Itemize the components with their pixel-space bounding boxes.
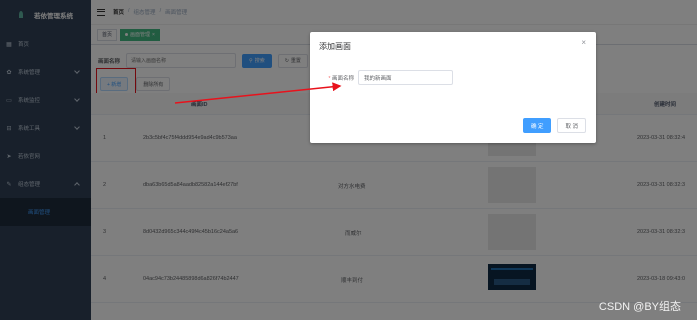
required-mark: *: [328, 75, 331, 82]
confirm-button[interactable]: 确 定: [522, 118, 552, 133]
cancel-button[interactable]: 取 消: [557, 118, 586, 133]
watermark: CSDN @BY组态: [598, 301, 681, 313]
form-label-text: 画面名称: [331, 75, 354, 82]
form-label: * 画面名称: [318, 74, 354, 82]
add-screen-dialog: 添加画面 × * 画面名称 确 定 取 消: [310, 32, 596, 143]
close-icon[interactable]: ×: [581, 38, 586, 47]
form-row: * 画面名称: [318, 70, 453, 85]
dialog-footer: 确 定 取 消: [522, 118, 586, 133]
dialog-title: 添加画面: [319, 42, 351, 51]
screen-name-input[interactable]: [358, 70, 453, 85]
